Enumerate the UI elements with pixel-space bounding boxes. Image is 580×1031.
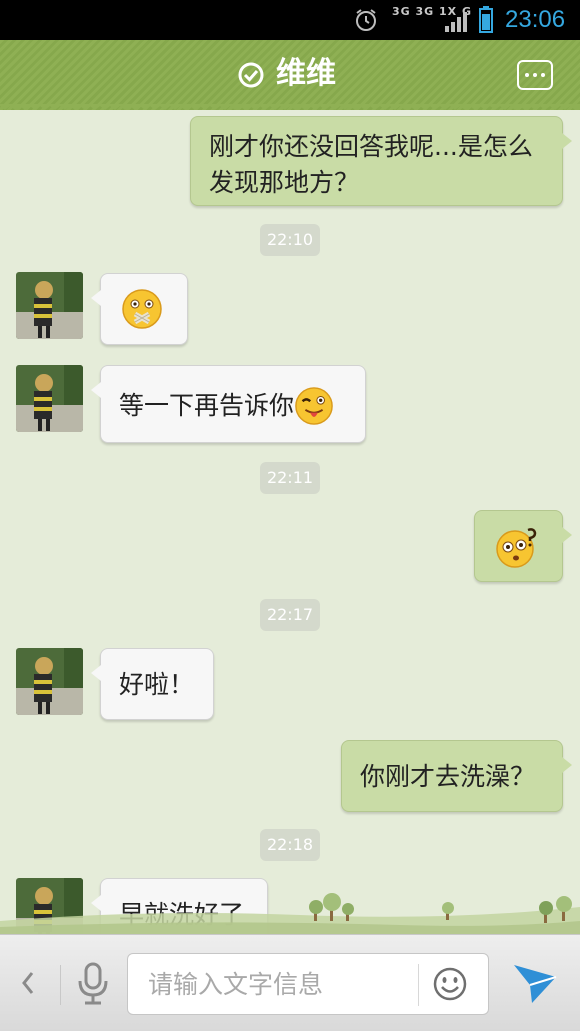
check-circle-icon bbox=[238, 62, 264, 88]
message-list[interactable]: 刚才你还没回答我呢...是怎么发现那地方？ 22:10 等一下再告诉你 22:1… bbox=[0, 110, 580, 934]
more-dots-icon[interactable] bbox=[517, 60, 553, 90]
battery-icon bbox=[479, 6, 493, 33]
incoming-message[interactable]: 好啦！ bbox=[91, 648, 214, 720]
outgoing-message[interactable] bbox=[474, 510, 572, 582]
timestamp: 22:18 bbox=[260, 829, 320, 861]
chat-header: 维维 bbox=[0, 40, 580, 110]
microphone-icon[interactable] bbox=[76, 961, 110, 1007]
avatar[interactable] bbox=[16, 648, 83, 715]
timestamp: 22:17 bbox=[260, 599, 320, 631]
signal-strength-icon bbox=[445, 12, 467, 32]
smiley-icon[interactable] bbox=[432, 966, 468, 1002]
outgoing-message[interactable]: 刚才你还没回答我呢...是怎么发现那地方？ bbox=[190, 116, 572, 206]
avatar[interactable] bbox=[16, 365, 83, 432]
timestamp: 22:11 bbox=[260, 462, 320, 494]
status-time: 23:06 bbox=[505, 6, 566, 33]
incoming-message[interactable]: 等一下再告诉你 bbox=[91, 365, 366, 443]
send-arrow-icon[interactable] bbox=[512, 963, 558, 1005]
alarm-clock-icon bbox=[356, 9, 376, 31]
chat-title: 维维 bbox=[276, 56, 336, 91]
message-text: 刚才你还没回答我呢...是怎么发现那地方？ bbox=[209, 132, 533, 197]
input-bar: 请输入文字信息 bbox=[0, 934, 580, 1031]
message-text: 等一下再告诉你 bbox=[119, 391, 295, 420]
landscape-decoration bbox=[0, 893, 580, 935]
message-input-placeholder: 请输入文字信息 bbox=[148, 970, 324, 999]
timestamp: 22:10 bbox=[260, 224, 320, 256]
confused-question-emoji-icon bbox=[496, 528, 537, 568]
message-text: 好啦！ bbox=[119, 670, 195, 699]
avatar[interactable] bbox=[16, 272, 83, 339]
message-input[interactable]: 请输入文字信息 bbox=[127, 953, 489, 1015]
outgoing-message[interactable]: 你刚才去洗澡？ bbox=[341, 740, 572, 812]
sealed-mouth-emoji-icon bbox=[122, 289, 162, 329]
wink-tongue-emoji-icon bbox=[295, 387, 333, 425]
status-bar: 3G 3G 1X G 23:06 bbox=[0, 0, 580, 40]
divider bbox=[60, 965, 61, 1005]
incoming-message[interactable] bbox=[91, 273, 188, 345]
divider bbox=[418, 964, 419, 1006]
chevron-left-icon[interactable] bbox=[18, 965, 38, 1001]
message-text: 你刚才去洗澡？ bbox=[360, 762, 536, 791]
